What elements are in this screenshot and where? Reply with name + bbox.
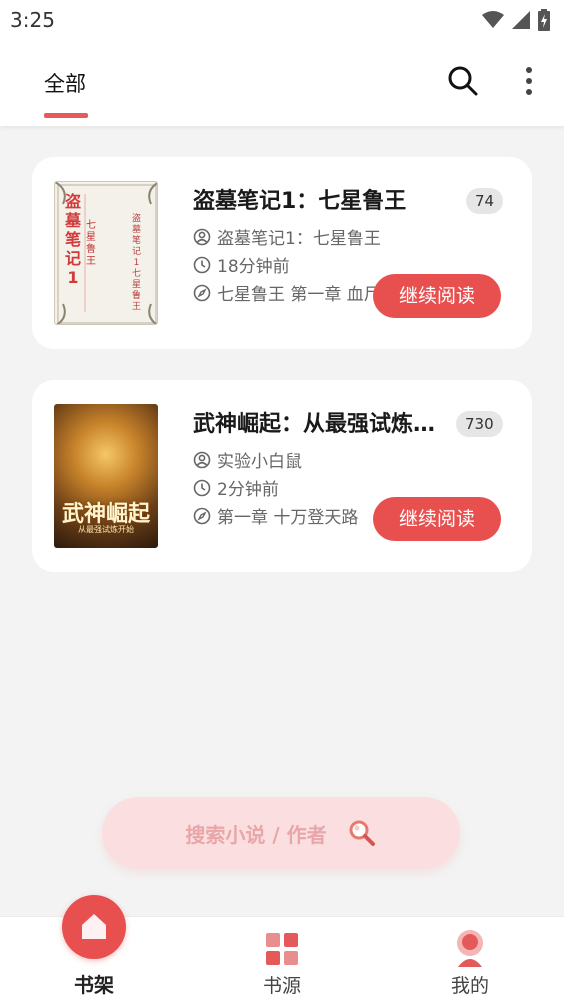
sources-grid-icon [266, 933, 298, 965]
clock-icon [193, 479, 211, 496]
continue-reading-button[interactable]: 继续阅读 [373, 497, 501, 541]
book-card[interactable]: 盗墓笔记1 七星鲁王 盗墓笔记1七星鲁王 盗墓笔记1：七星鲁王 74 盗墓笔记1… [32, 157, 532, 349]
bottom-navigation: 书架 书源 我的 [0, 895, 564, 1004]
magnifier-icon [349, 820, 375, 846]
book-title: 盗墓笔记1：七星鲁王 [193, 189, 407, 214]
cover-subtitle: 从最强试炼开始 [78, 525, 134, 534]
book-card[interactable]: 武神崛起 从最强试炼开始 武神崛起：从最强试炼开始 730 实验小白鼠 2分钟前… [32, 380, 532, 572]
compass-icon [193, 507, 211, 524]
search-button[interactable] [446, 64, 480, 98]
continue-reading-button[interactable]: 继续阅读 [373, 274, 501, 318]
book-updated-time: 18分钟前 [217, 257, 290, 277]
compass-icon [193, 284, 211, 301]
more-options-button[interactable] [518, 64, 540, 98]
book-author-row: 实验小白鼠 [193, 447, 413, 472]
nav-bookshelf-label: 书架 [74, 973, 114, 997]
user-icon [193, 228, 211, 245]
book-updated-row: 18分钟前 [193, 252, 413, 277]
nav-sources[interactable]: 书源 [217, 917, 347, 1004]
status-bar: 3:25 [0, 0, 564, 40]
search-icon [448, 66, 478, 96]
unread-count-badge: 730 [456, 411, 503, 437]
book-author-row: 盗墓笔记1：七星鲁王 [193, 224, 413, 249]
book-cover: 武神崛起 从最强试炼开始 [54, 404, 158, 548]
book-updated-time: 2分钟前 [217, 480, 279, 500]
user-icon [193, 451, 211, 468]
book-cover: 盗墓笔记1 七星鲁王 盗墓笔记1七星鲁王 [54, 181, 158, 325]
home-icon [82, 914, 106, 939]
book-author: 盗墓笔记1：七星鲁王 [217, 229, 381, 249]
book-chapter-row: 七星鲁王 第一章 血尸 [193, 280, 375, 305]
cover-subtitle: 七星鲁王 [86, 220, 96, 267]
book-updated-row: 2分钟前 [193, 475, 413, 500]
book-latest-chapter: 七星鲁王 第一章 血尸 [217, 285, 375, 305]
tab-indicator [44, 113, 88, 118]
book-latest-chapter: 第一章 十万登天路 [217, 508, 359, 528]
status-time: 3:25 [10, 8, 55, 32]
unread-count-badge: 74 [466, 188, 504, 214]
nav-mine-label: 我的 [450, 975, 489, 997]
nav-mine[interactable]: 我的 [405, 917, 535, 1004]
book-author: 实验小白鼠 [217, 452, 302, 472]
cover-side-text: 盗墓笔记1七星鲁王 [131, 214, 141, 312]
profile-icon [457, 930, 483, 967]
wifi-icon [482, 11, 504, 28]
search-placeholder: 搜索小说 / 作者 [185, 822, 327, 847]
top-bar: 全部 [0, 40, 564, 126]
nav-bookshelf[interactable]: 书架 [29, 895, 159, 1004]
cover-title: 盗墓笔记1 [64, 192, 81, 287]
tab-all[interactable]: 全部 [44, 68, 86, 98]
signal-icon [512, 11, 530, 29]
nav-sources-label: 书源 [262, 975, 301, 997]
bookshelf-icon-bg [62, 895, 126, 959]
status-icons [482, 9, 550, 31]
search-novel-button[interactable]: 搜索小说 / 作者 [102, 797, 460, 869]
clock-icon [193, 256, 211, 273]
more-vertical-icon [526, 67, 532, 95]
battery-icon [538, 9, 550, 31]
book-title: 武神崛起：从最强试炼开始 [193, 412, 443, 437]
book-chapter-row: 第一章 十万登天路 [193, 503, 375, 528]
